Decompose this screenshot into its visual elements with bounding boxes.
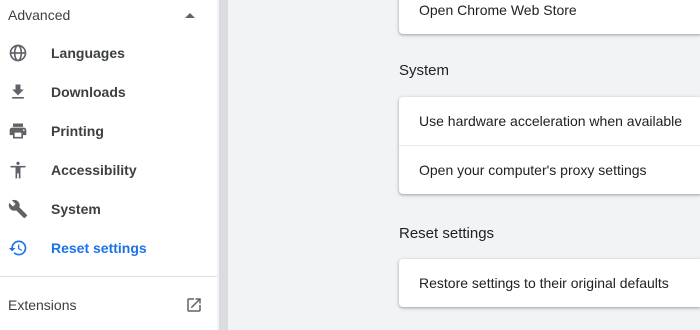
sidebar-item-label: Languages xyxy=(51,45,125,61)
sidebar-item-accessibility[interactable]: Accessibility xyxy=(0,152,217,188)
sidebar-item-label: Printing xyxy=(51,123,104,139)
row-label: Restore settings to their original defau… xyxy=(419,275,669,291)
hardware-acceleration-row[interactable]: Use hardware acceleration when available xyxy=(399,97,700,145)
sidebar-item-extensions[interactable]: Extensions xyxy=(8,290,203,320)
caret-up-icon xyxy=(185,12,195,18)
wrench-icon xyxy=(8,199,28,219)
sidebar-item-reset-settings[interactable]: Reset settings xyxy=(0,230,217,266)
advanced-section-toggle[interactable]: Advanced xyxy=(8,0,208,30)
open-in-new-icon xyxy=(187,298,201,312)
restore-icon xyxy=(8,240,27,256)
reset-card: Restore settings to their original defau… xyxy=(399,259,700,307)
sidebar-item-languages[interactable]: Languages xyxy=(0,35,217,71)
restore-defaults-row[interactable]: Restore settings to their original defau… xyxy=(399,259,700,307)
open-chrome-web-store-row[interactable]: Open Chrome Web Store xyxy=(399,0,700,34)
reset-section-title: Reset settings xyxy=(399,225,495,242)
advanced-label: Advanced xyxy=(8,7,71,23)
row-label: Use hardware acceleration when available xyxy=(419,113,683,129)
sidebar-item-label: Accessibility xyxy=(51,162,137,178)
globe-icon xyxy=(9,44,27,62)
row-label: Open your computer's proxy settings xyxy=(419,162,647,178)
settings-window: Advanced Languages Downloads Printing Ac… xyxy=(0,0,700,330)
system-card: Use hardware acceleration when available… xyxy=(399,97,700,194)
sidebar-scrollbar[interactable] xyxy=(219,0,228,330)
sidebar-item-downloads[interactable]: Downloads xyxy=(0,74,217,110)
system-section-title: System xyxy=(399,62,450,79)
download-icon xyxy=(12,84,24,99)
extensions-card: Open Chrome Web Store xyxy=(399,0,700,34)
sidebar-item-label: Downloads xyxy=(51,84,126,100)
sidebar-item-label: System xyxy=(51,201,101,217)
printer-icon xyxy=(9,123,27,139)
proxy-settings-row[interactable]: Open your computer's proxy settings xyxy=(399,145,700,194)
sidebar-item-system[interactable]: System xyxy=(0,191,217,227)
sidebar-item-printing[interactable]: Printing xyxy=(0,113,217,149)
accessibility-icon xyxy=(10,161,26,179)
sidebar: Advanced Languages Downloads Printing Ac… xyxy=(0,0,217,330)
sidebar-divider xyxy=(0,276,217,277)
sidebar-item-label: Reset settings xyxy=(51,240,147,256)
row-label: Open Chrome Web Store xyxy=(419,2,577,18)
extensions-label: Extensions xyxy=(8,297,77,313)
